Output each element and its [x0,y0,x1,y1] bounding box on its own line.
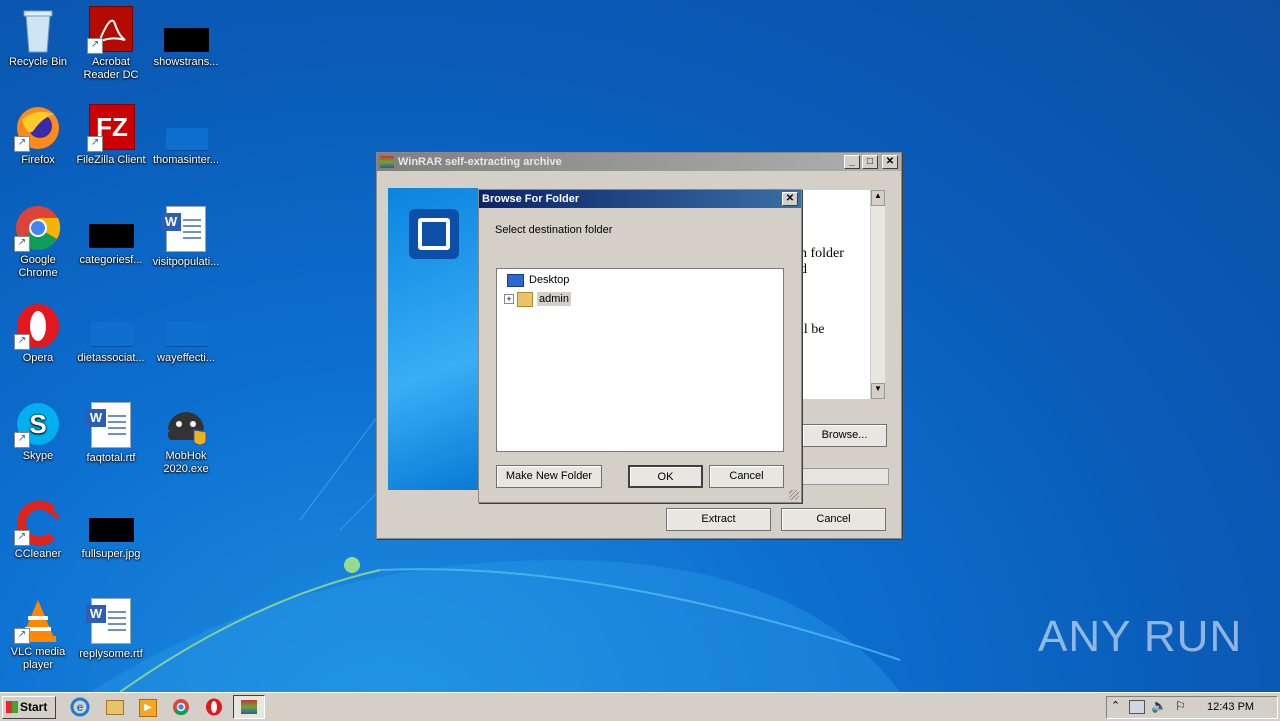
internet-explorer-icon[interactable]: e [70,697,90,717]
black-thumbnail-icon [87,498,135,546]
minimize-button[interactable]: _ [844,155,860,169]
browse-cancel-button[interactable]: Cancel [709,465,784,488]
windows-logo-icon [6,701,18,713]
show-hidden-icons-icon[interactable]: ⌃ [1111,699,1120,712]
action-center-flag-icon[interactable]: ⚐ [1175,699,1186,713]
close-button[interactable]: ✕ [882,155,898,169]
desktop-icon-chrome[interactable]: ↗ Google Chrome [0,204,76,280]
start-button[interactable]: Start [2,696,56,719]
black-thumbnail-icon [87,204,135,252]
network-icon[interactable] [1129,700,1145,714]
file-explorer-icon[interactable] [104,697,124,717]
desktop-icon-wayeffecti[interactable]: wayeffecti... [148,302,224,365]
browse-dialog-close-button[interactable]: ✕ [782,192,798,206]
winrar-title: WinRAR self-extracting archive [398,156,562,168]
browse-dialog-title: Browse For Folder [482,193,580,205]
shortcut-arrow-icon: ↗ [14,136,30,152]
system-tray: ⌃ 🔈 ⚐ 12:43 PM [1106,696,1278,719]
acrobat-icon: ↗ [87,6,135,54]
chrome-taskbar-icon[interactable] [171,697,191,717]
shortcut-arrow-icon: ↗ [87,38,103,54]
recycle-bin-icon [14,6,62,54]
desktop-icon [507,273,524,287]
shortcut-arrow-icon: ↗ [14,432,30,448]
desktop-icon-replysome[interactable]: W replysome.rtf [73,596,149,661]
winrar-taskbar-icon [241,700,257,714]
winrar-cancel-button[interactable]: Cancel [781,508,886,531]
clock[interactable]: 12:43 PM [1207,701,1254,713]
winrar-app-icon [380,156,394,168]
desktop-icon-dietassociat[interactable]: dietassociat... [73,302,149,365]
desktop-icon-opera[interactable]: ↗ Opera [0,302,76,365]
winrar-logo-icon [409,209,459,259]
word-document-icon: W [161,206,210,254]
desktop-icon-thomasinter[interactable]: thomasinter... [148,104,224,167]
folder-tree[interactable]: Desktop + admin [496,268,784,452]
desktop-icon-categoriesf[interactable]: categoriesf... [73,204,149,267]
winrar-taskbar-button[interactable] [233,695,265,719]
resize-grip-icon[interactable] [789,490,799,500]
anyrun-watermark: ANY RUN [1038,612,1243,661]
desktop-icon-skype[interactable]: S ↗ Skype [0,400,76,463]
desktop-icon-showstrans[interactable]: showstrans... [148,6,224,69]
volume-icon[interactable]: 🔈 [1151,698,1167,714]
winrar-info-text: n folder d ll be [798,190,870,399]
shortcut-arrow-icon: ↗ [14,236,30,252]
browse-button[interactable]: Browse... [802,424,887,447]
firefox-icon: ↗ [14,104,62,152]
chrome-icon: ↗ [14,204,62,252]
taskbar: Start e ▶ ⌃ 🔈 ⚐ 12:43 PM [0,692,1280,721]
maximize-button[interactable]: □ [862,155,878,169]
word-document-icon: W [86,598,135,646]
desktop-icon-fullsuper[interactable]: fullsuper.jpg [73,498,149,561]
black-thumbnail-icon [162,6,210,54]
desktop-icon-mobhok[interactable]: MobHok 2020.exe [148,400,224,476]
tree-expand-icon[interactable]: + [504,294,514,304]
shortcut-arrow-icon: ↗ [14,628,30,644]
tree-item-admin[interactable]: + admin [504,291,571,307]
browse-prompt: Select destination folder [495,224,613,236]
user-folder-icon [517,291,533,307]
destination-path-field[interactable] [802,468,889,485]
make-new-folder-button[interactable]: Make New Folder [496,465,602,488]
media-player-icon[interactable]: ▶ [137,697,157,717]
svg-text:S: S [29,409,46,439]
opera-taskbar-icon[interactable] [204,697,224,717]
desktop-icon-filezilla[interactable]: FZ ↗ FileZilla Client [73,104,149,167]
shortcut-arrow-icon: ↗ [14,334,30,350]
opera-icon: ↗ [14,302,62,350]
vlc-icon: ↗ [14,596,62,644]
android-exe-icon [162,400,210,448]
folder-icon [162,302,210,350]
shortcut-arrow-icon: ↗ [14,530,30,546]
extract-button[interactable]: Extract [666,508,771,531]
ccleaner-icon: ↗ [14,498,62,546]
desktop-icon-faqtotal[interactable]: W faqtotal.rtf [73,400,149,465]
ok-button[interactable]: OK [628,465,703,488]
desktop-icon-acrobat[interactable]: ↗ Acrobat Reader DC [73,6,149,82]
desktop-icon-recycle-bin[interactable]: Recycle Bin [0,6,76,69]
folder-icon [162,104,210,152]
winrar-text-scrollbar[interactable]: ▲ ▼ [870,190,885,399]
desktop-icon-vlc[interactable]: ↗ VLC media player [0,596,76,672]
skype-icon: S ↗ [14,400,62,448]
desktop-icon-ccleaner[interactable]: ↗ CCleaner [0,498,76,561]
browse-dialog-titlebar[interactable]: Browse For Folder ✕ [479,190,801,208]
shortcut-arrow-icon: ↗ [87,136,103,152]
word-document-icon: W [86,402,135,450]
filezilla-icon: FZ ↗ [87,104,135,152]
desktop-icon-visitpopulati[interactable]: W visitpopulati... [148,204,224,269]
browse-for-folder-dialog: Browse For Folder ✕ Select destination f… [478,189,802,503]
folder-icon [87,302,135,350]
svg-text:e: e [77,700,84,714]
winrar-banner [388,188,478,490]
tree-item-desktop[interactable]: Desktop [507,273,569,287]
winrar-titlebar[interactable]: WinRAR self-extracting archive _ □ ✕ [377,153,901,171]
desktop-icon-firefox[interactable]: ↗ Firefox [0,104,76,167]
